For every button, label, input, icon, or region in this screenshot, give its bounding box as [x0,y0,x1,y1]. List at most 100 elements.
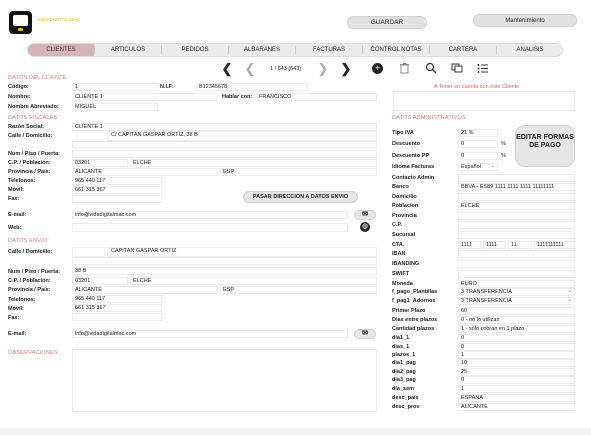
admin-label-6: Domicilio [392,194,417,200]
codigo-field[interactable]: 1 [72,83,158,91]
admin-field-5[interactable]: BBVA - ES89 1111 1111 1111 11111111 [458,183,575,191]
admin-field-4[interactable] [458,174,575,182]
envio-calle-field[interactable]: CAPITAN GASPAR ORTIZ [107,247,377,257]
admin-field-25[interactable]: 25 [458,368,575,376]
razon-social-label: Razón Social: [8,124,45,130]
envio-pais-field[interactable]: ESP [220,286,377,294]
admin-field-18[interactable]: 60 [458,307,575,315]
admin-field-27[interactable]: 1 [458,385,575,393]
envio-poblacion-field[interactable]: ELCHE [130,277,377,285]
admin-field-28[interactable]: ESPAÑA [458,394,575,402]
provincia-label: Provincia / País: [8,169,51,175]
fax-field[interactable] [72,195,162,203]
admin-field-2[interactable]: 0 [458,152,498,160]
nombre-field[interactable]: CLIENTE 1 [72,93,218,101]
admin-label-20: Cantidad plazos [392,326,435,332]
admin-field-15[interactable]: EURO [458,280,575,288]
num-piso-field[interactable] [72,150,377,158]
observaciones-textarea[interactable] [72,349,377,412]
cta-field-2[interactable]: 11 [508,241,532,249]
envio-send-email-button[interactable]: ✉ [354,329,376,339]
envio-calle-prefix-field[interactable] [72,247,105,257]
admin-field-14[interactable] [458,270,575,278]
email-field[interactable]: info@vidadigitalmac.com [72,211,348,219]
calle-extra-field[interactable] [72,141,377,148]
admin-field-6[interactable] [458,193,575,201]
admin-field-7[interactable]: ELCHE [458,202,575,210]
search-icon[interactable] [425,62,437,74]
admin-field-24[interactable]: 10 [458,359,575,367]
envio-movil-field[interactable]: 661 315 367 [72,304,162,312]
trash-icon[interactable] [399,62,410,74]
telefonos-field[interactable]: 965 440 117 [72,177,162,185]
envio-provincia-field[interactable]: ALICANTE [72,286,218,294]
nif-field[interactable]: B12345678 [196,83,308,91]
envio-fax-field[interactable] [72,313,162,321]
cta-field-0[interactable]: 1111 [458,241,481,249]
admin-field-9[interactable] [458,221,575,229]
admin-field-12[interactable] [458,250,575,258]
admin-label-25: dia2_pag [392,369,416,375]
tab-articulos[interactable]: ARTICULOS [95,44,161,56]
next-record-button[interactable]: ❯ [316,60,330,78]
maintenance-button[interactable]: Mantenimiento [473,14,577,27]
admin-field-8[interactable] [458,212,575,220]
web-field[interactable] [72,223,348,232]
tab-cartera[interactable]: CARTERA [430,44,496,56]
cp-field[interactable]: 03201 [72,159,128,167]
first-record-button[interactable]: ❮ [220,60,234,78]
edit-payment-methods-button[interactable]: EDITAR FORMAS DE PAGO [515,125,575,167]
movil-field[interactable]: 661 315 367 [72,186,162,194]
tab-facturas[interactable]: FACTURAS [296,44,362,56]
hablar-con-field[interactable]: FRANCISCO [256,93,377,101]
prev-record-button[interactable]: ❮ [243,60,257,78]
duplicate-icon[interactable] [451,62,463,74]
pais-field[interactable]: ESP [220,168,377,176]
tab-clientes[interactable]: CLIENTES [28,44,94,56]
razon-social-field[interactable]: CLIENTE 1 [72,123,377,131]
envio-num-field[interactable]: 38 B [72,267,377,275]
admin-field-13[interactable] [458,260,575,268]
globe-icon[interactable]: ◍ [360,222,370,232]
admin-field-23[interactable]: 1 [458,351,575,359]
calle-field[interactable]: C/ CAPITAN GASPAR ORTIZ, 38 B [107,131,377,141]
envio-email-field[interactable]: info@vidadigitalmac.com [72,330,348,338]
admin-field-29[interactable]: ALICANTE [458,403,575,411]
admin-field-19[interactable]: 0 - no lo utilizan [458,316,575,324]
admin-field-17[interactable]: 3 TRANSFERENCIA [458,297,575,305]
last-record-button[interactable]: ❯ [339,60,353,78]
envio-fax-label: Fax: [8,315,20,321]
cta-field-3[interactable]: 1111111111 [534,241,575,249]
tab-control-notas[interactable]: CONTROL NOTAS [363,44,429,56]
admin-field-26[interactable]: 0 [458,376,575,384]
copy-address-to-shipping-button[interactable]: PASAR DIRECCION A DATOS ENVIO [243,191,358,203]
tab-pedidos[interactable]: PEDIDOS [162,44,228,56]
add-icon[interactable]: + [372,63,383,74]
tab-albaranes[interactable]: ALBARANES [229,44,295,56]
cta-field-1[interactable]: 1111 [483,241,506,249]
nombre-abreviado-field[interactable]: MIGUEL [72,103,158,111]
admin-label-8: Provincia [392,213,417,219]
list-icon[interactable] [477,63,489,74]
send-email-button[interactable]: ✉ [354,210,376,220]
admin-label-22: dias_1 [392,344,410,350]
client-warning-field[interactable] [393,91,575,111]
cp-label: C.P. / Población: [8,160,51,166]
admin-field-10[interactable] [458,231,575,239]
provincia-field[interactable]: ALICANTE [72,168,218,176]
admin-field-22[interactable]: 0 [458,343,575,351]
tab-analisis[interactable]: ANALISIS [497,44,563,56]
envio-cp-field[interactable]: 03201 [72,277,128,285]
admin-field-16[interactable]: 3 TRANSFERENCIA [458,288,575,296]
admin-field-1[interactable]: 0 [458,140,498,148]
save-button[interactable]: GUARDAR [347,16,427,29]
admin-field-21[interactable]: 0 [458,334,575,342]
admin-field-3[interactable]: Español [458,163,498,171]
poblacion-field[interactable]: ELCHE [130,159,377,167]
envio-calle-extra-field[interactable] [72,257,377,265]
envio-telefonos-field[interactable]: 965 440 117 [72,295,162,303]
admin-field-20[interactable]: 1 - sólo cobran en 1 plazo [458,325,575,333]
admin-field-0[interactable]: 21 % [458,129,498,137]
nombre-label: Nombre: [8,94,31,100]
admin-unit-1: % [501,141,506,147]
